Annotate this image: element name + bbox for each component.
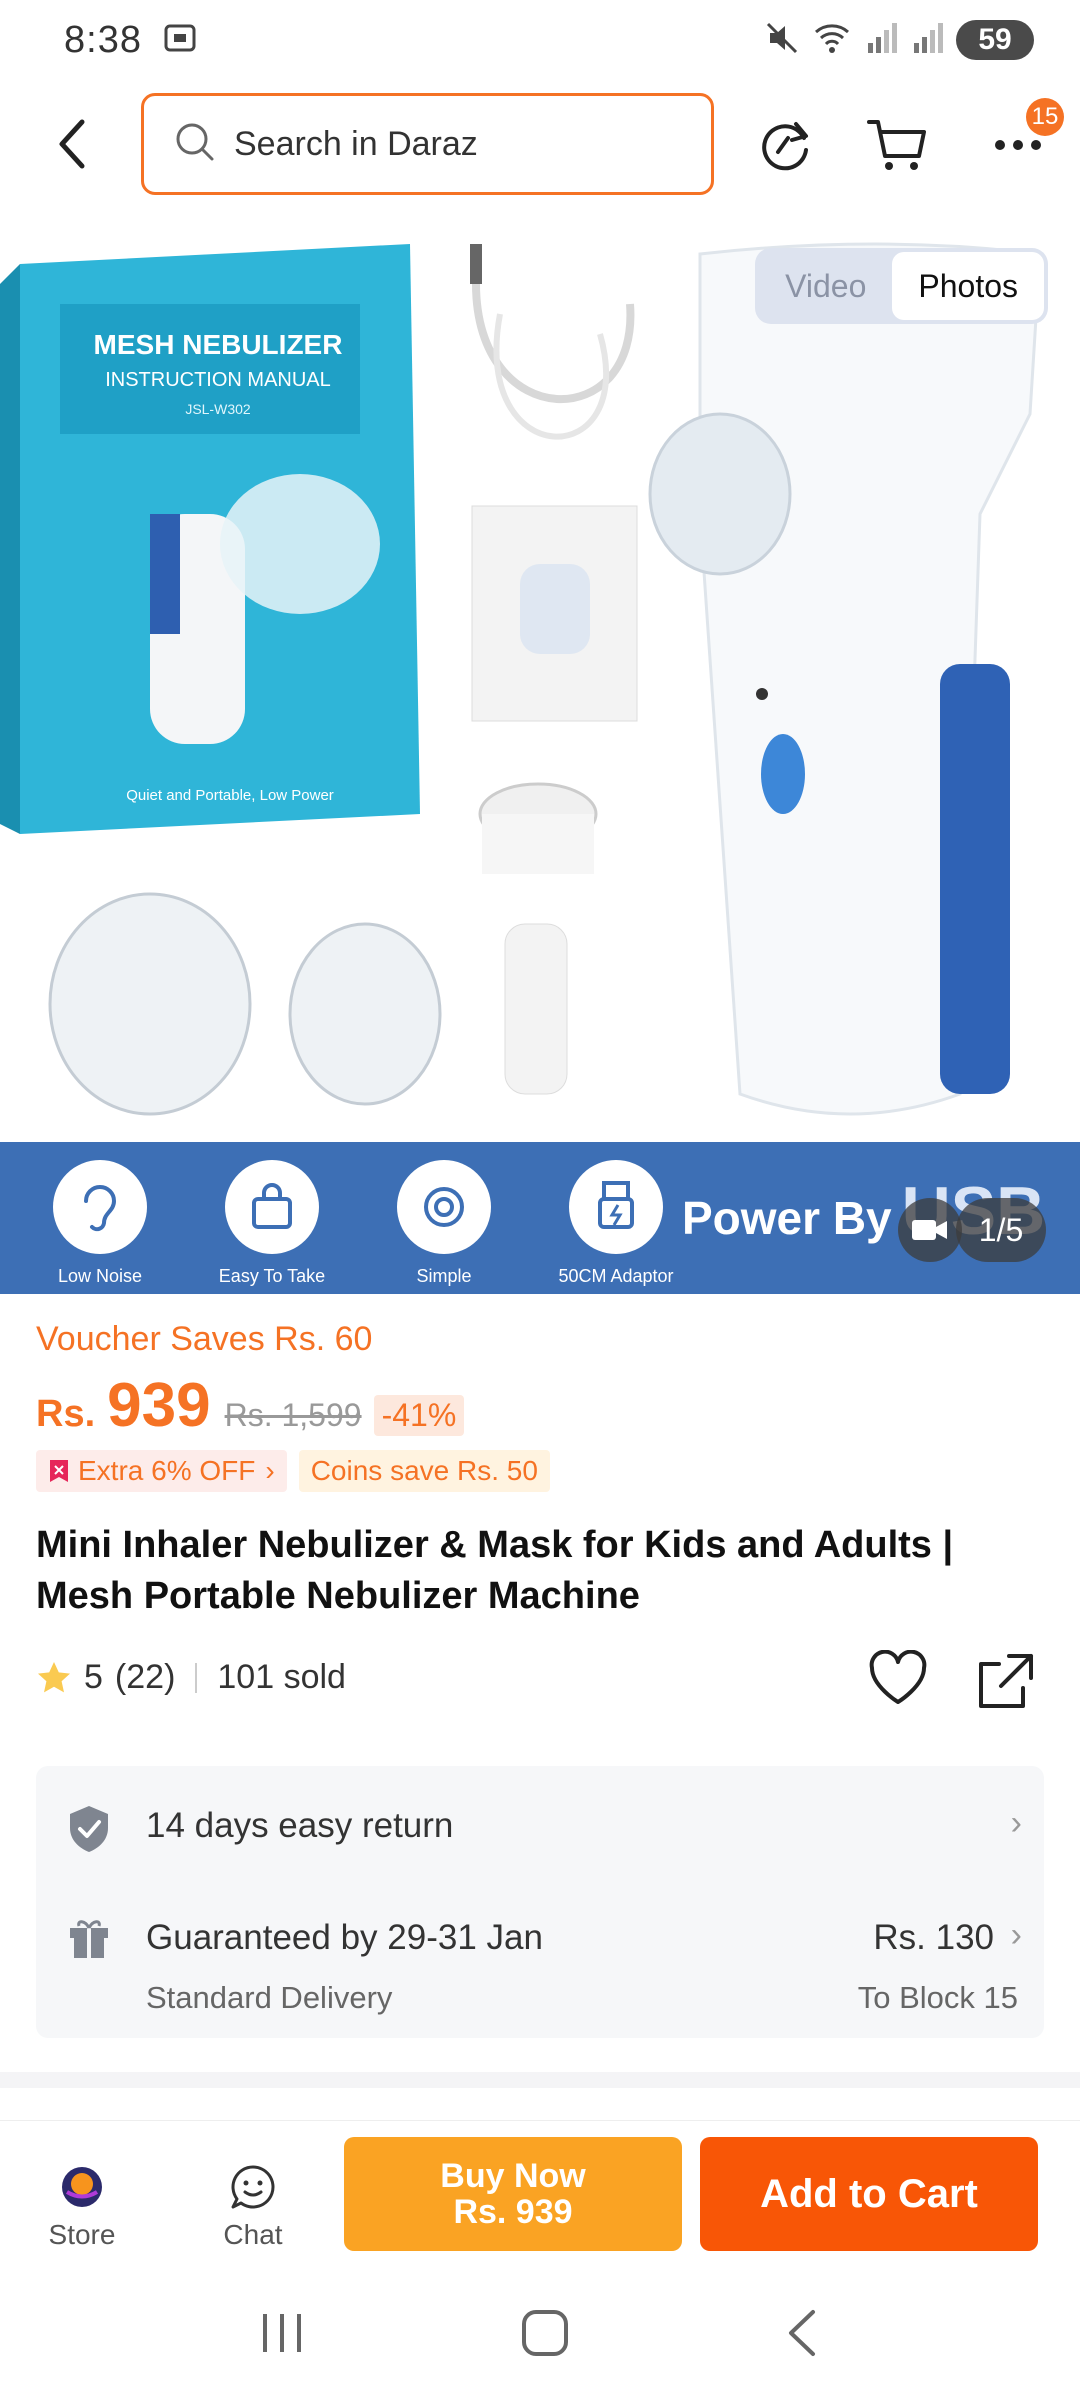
share-button[interactable] (975, 1650, 1037, 1717)
currency-label: Rs. (36, 1393, 96, 1435)
media-toggle: Video Photos (755, 248, 1048, 324)
cart-button[interactable] (864, 112, 930, 178)
chat-icon (229, 2163, 277, 2211)
notification-badge: 15 (1026, 98, 1064, 136)
refresh-icon (762, 122, 808, 171)
back-button[interactable] (40, 112, 104, 176)
delivery-date-text: Guaranteed by 29-31 Jan (146, 1918, 543, 1957)
video-play-button[interactable] (898, 1198, 962, 1262)
home-button[interactable] (520, 2308, 570, 2363)
recent-apps-icon (262, 2313, 301, 2352)
star-icon (38, 1661, 70, 1692)
return-policy-text: 14 days easy return (146, 1806, 454, 1845)
original-price: Rs. 1,599 (224, 1397, 362, 1433)
box-tagline: Quiet and Portable, Low Power (126, 787, 334, 804)
box-title: MESH NEBULIZER (94, 329, 343, 360)
more-menu-button[interactable]: 15 (978, 98, 1064, 178)
return-policy-row[interactable]: 14 days easy return › (36, 1766, 1044, 1886)
signal-icon (864, 21, 898, 60)
coins-chip[interactable]: Coins save Rs. 50 (298, 1450, 550, 1492)
heart-icon (869, 1649, 927, 1704)
shield-check-icon (66, 1804, 112, 1859)
tab-photos[interactable]: Photos (892, 252, 1044, 320)
buy-now-button[interactable]: Buy Now Rs. 939 (344, 2137, 682, 2251)
history-button[interactable] (752, 112, 818, 178)
store-button[interactable]: Store (32, 2163, 132, 2251)
back-icon (789, 2309, 816, 2356)
price-row: Rs. 939 Rs. 1,599 -41% (36, 1370, 465, 1441)
search-icon (174, 121, 216, 168)
extra-off-chip[interactable]: Extra 6% OFF › (36, 1450, 287, 1492)
discount-badge: -41% (373, 1395, 465, 1436)
share-icon (979, 1654, 1033, 1708)
store-logo-icon (58, 2163, 106, 2211)
wifi-icon (812, 20, 852, 61)
voucher-icon (50, 1460, 68, 1482)
image-counter: 1/5 (956, 1198, 1046, 1262)
delivery-fee: Rs. 130 (873, 1918, 994, 1957)
feature-adaptor: 50CM Adaptor (541, 1160, 691, 1287)
rating-value: 5 (84, 1658, 103, 1696)
review-count: (22) (114, 1658, 176, 1696)
add-to-cart-button[interactable]: Add to Cart (700, 2137, 1038, 2251)
bag-icon (252, 1183, 292, 1229)
feature-low-noise: Low Noise (25, 1160, 175, 1287)
battery-indicator: 59 (956, 20, 1034, 60)
recent-apps-button[interactable] (257, 2310, 307, 2361)
wishlist-button[interactable] (868, 1649, 928, 1711)
chevron-right-icon: › (1010, 1804, 1022, 1842)
chevron-right-icon: › (265, 1455, 275, 1486)
chat-button[interactable]: Chat (203, 2163, 303, 2251)
chevron-right-icon: › (1010, 1916, 1022, 1954)
tab-video[interactable]: Video (759, 252, 892, 320)
status-bar: 8:38 59 (0, 0, 1080, 80)
feature-easy-to-take: Easy To Take (197, 1160, 347, 1287)
bottom-action-bar: Store Chat Buy Now Rs. 939 Add to Cart (0, 2120, 1080, 2270)
power-button-icon (424, 1187, 464, 1227)
current-price: 939 (107, 1371, 211, 1440)
section-divider (0, 2072, 1080, 2088)
home-icon (521, 2309, 568, 2356)
voucher-text[interactable]: Voucher Saves Rs. 60 (36, 1320, 372, 1359)
rating-row[interactable]: 5 (22) 101 sold (36, 1658, 346, 1697)
usb-plug-icon (598, 1181, 634, 1229)
box-model: JSL-W302 (185, 401, 251, 417)
screen-record-icon (162, 20, 198, 61)
system-back-button[interactable] (783, 2308, 823, 2363)
video-camera-icon (912, 1220, 947, 1240)
product-image: MESH NEBULIZER INSTRUCTION MANUAL JSL-W3… (0, 214, 1080, 1142)
delivery-type-text: Standard Delivery (146, 1980, 393, 2015)
service-card: 14 days easy return › Guaranteed by 29-3… (36, 1766, 1044, 2038)
delivery-row[interactable]: Guaranteed by 29-31 Jan Standard Deliver… (36, 1886, 1044, 2038)
box-subtitle: INSTRUCTION MANUAL (105, 369, 331, 391)
back-arrow-icon (59, 119, 85, 169)
divider (195, 1662, 198, 1693)
gift-box-icon (66, 1916, 112, 1967)
signal-icon-2 (910, 21, 944, 60)
cart-icon (867, 120, 926, 170)
promo-row: Extra 6% OFF › Coins save Rs. 50 (36, 1450, 550, 1492)
sold-count: 101 sold (217, 1658, 346, 1696)
search-placeholder: Search in Daraz (234, 124, 478, 163)
product-title: Mini Inhaler Nebulizer & Mask for Kids a… (36, 1524, 954, 1617)
ear-icon (84, 1185, 117, 1232)
product-image-gallery[interactable]: MESH NEBULIZER INSTRUCTION MANUAL JSL-W3… (0, 214, 1080, 1294)
more-icon (995, 140, 1041, 150)
status-time: 8:38 (64, 18, 142, 61)
delivery-location: To Block 15 (857, 1980, 1018, 2015)
top-header: Search in Daraz 15 (0, 92, 1080, 198)
system-nav-bar (0, 2270, 1080, 2400)
feature-simple: Simple (369, 1160, 519, 1287)
search-input[interactable]: Search in Daraz (141, 93, 714, 195)
mute-icon (764, 20, 800, 61)
